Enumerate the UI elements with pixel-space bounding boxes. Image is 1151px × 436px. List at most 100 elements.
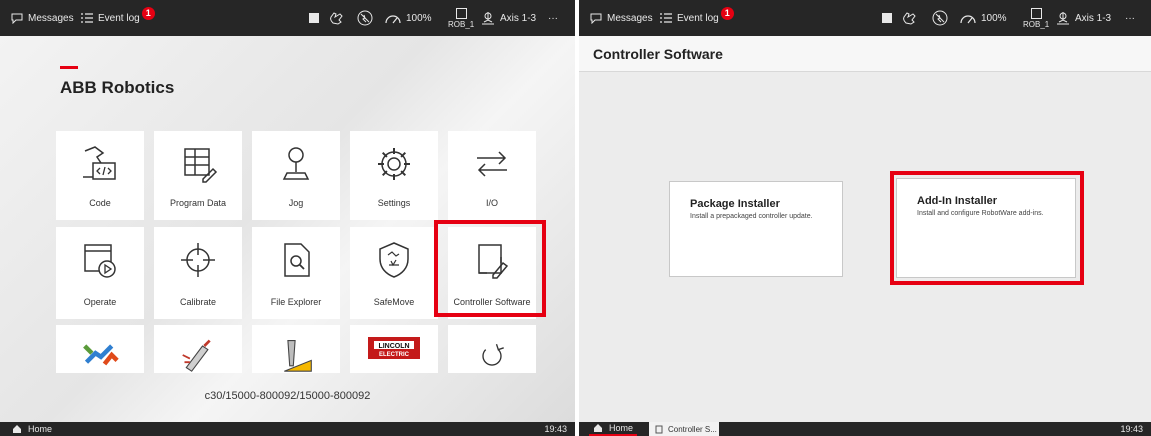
home-icon [594,424,602,432]
code-icon [83,146,116,180]
joystick-icon [282,147,310,180]
mechanical-unit-button[interactable]: ROB_1 [1023,0,1049,36]
controller-software-icon [655,425,663,433]
welding-torch-icon [182,339,211,372]
right-screen: Messages Event log 1 100% ROB_1 Axis 1-3… [579,0,1151,436]
messages-button[interactable]: Messages [589,0,653,36]
page-header: Controller Software [579,36,1151,72]
brand-title: ABB Robotics [60,78,175,97]
tile-label: Operate [83,297,117,307]
speed-button[interactable]: 100% [959,0,1007,36]
rob-label: ROB_1 [1023,19,1050,29]
axis-label: Axis 1-3 [1075,12,1112,24]
package-installer-card[interactable]: Package Installer Install a prepackaged … [669,181,843,277]
event-log-button[interactable]: Event log 1 [659,0,734,36]
tile-weld-geometry[interactable] [252,325,340,373]
tile-code[interactable]: Code [56,131,144,220]
tile-weld-torch[interactable] [154,325,242,373]
tile-robot-add-in[interactable] [56,325,144,373]
tile-file-explorer[interactable]: File Explorer [252,227,340,319]
more-button[interactable]: ··· [548,0,558,36]
motors-off-icon [357,10,373,26]
card-title: Package Installer [690,198,780,210]
rob-selector: ROB_1 [1023,7,1050,29]
speed-gauge-icon [385,15,401,24]
motors-button[interactable] [931,0,949,36]
stop-button[interactable] [881,0,893,36]
tile-program-data[interactable]: Program Data [154,131,242,220]
card-description: Install a prepackaged controller update. [690,213,813,220]
hand-icon [330,12,343,25]
rob-selector: ROB_1 [448,7,475,29]
bottom-bar: Home 19:43 [0,422,575,436]
more-button[interactable]: ··· [1125,0,1135,36]
rob-label: ROB_1 [448,19,475,29]
io-arrows-icon [477,151,507,177]
tile-restart[interactable] [448,325,536,373]
more-icon: ··· [1125,12,1135,24]
tile-label: Calibrate [179,297,217,307]
gear-icon [378,148,410,180]
crosshair-icon [181,243,215,277]
event-log-button[interactable]: Event log 1 [80,0,155,36]
hand-button[interactable] [328,0,346,36]
motors-off-icon [932,10,948,26]
motors-button[interactable] [356,0,374,36]
mechanical-unit-button[interactable]: ROB_1 [448,0,474,36]
list-icon [81,13,93,23]
controller-software-tab[interactable]: Controller S... [649,422,719,436]
tile-label: File Explorer [270,297,322,307]
home-button[interactable]: Home [589,422,638,436]
highlight-add-in-installer [890,171,1084,285]
home-button[interactable]: Home [12,422,52,436]
file-search-icon [284,243,310,277]
axis-label: Axis 1-3 [500,12,537,24]
jog-mode-button[interactable]: Axis 1-3 [1055,0,1111,36]
restart-icon [482,343,504,366]
speed-gauge-icon [960,15,976,24]
program-data-icon [184,148,218,183]
clock: 19:43 [544,424,567,434]
messages-icon [11,13,23,24]
tile-calibrate[interactable]: Calibrate [154,227,242,319]
hand-button[interactable] [901,0,919,36]
speed-button[interactable]: 100% [384,0,432,36]
tile-settings[interactable]: Settings [350,131,438,220]
axis-icon [1057,12,1069,25]
home-label: Home [28,424,53,434]
tile-jog[interactable]: Jog [252,131,340,220]
robot-unit-icon [1030,7,1042,19]
messages-button[interactable]: Messages [10,0,74,36]
stop-button[interactable] [308,0,320,36]
speed-label: 100% [406,12,432,24]
tile-operate[interactable]: Operate [56,227,144,319]
messages-icon [590,13,602,24]
torch-triangle-icon [284,340,312,372]
stop-square-icon [309,13,319,23]
robot-unit-icon [455,7,467,19]
tile-safemove[interactable]: SafeMove [350,227,438,319]
bottom-bar: Home Controller S... 19:43 [579,422,1151,436]
operate-icon [84,244,116,278]
tile-io[interactable]: I/O [448,131,536,220]
highlight-controller-software [434,220,546,317]
tile-label: Jog [288,198,304,208]
axis-icon [482,12,494,25]
messages-label: Messages [28,12,74,24]
top-bar: Messages Event log 1 100% ROB_1 Axis 1-3… [0,0,575,36]
stop-square-icon [882,13,892,23]
more-icon: ··· [548,12,558,24]
controller-path: c30/15000-800092/15000-800092 [204,390,371,402]
tile-label: SafeMove [373,297,415,307]
tile-label: Code [89,198,111,208]
clock: 19:43 [1120,424,1143,434]
page-title: Controller Software [593,46,723,62]
list-icon [660,13,672,23]
jog-mode-button[interactable]: Axis 1-3 [480,0,536,36]
brand-accent-line [60,66,78,69]
tile-label: I/O [485,198,498,208]
tile-lincoln-electric[interactable]: LINCOLN ELECTRIC [350,325,438,373]
home-label: Home [609,423,634,433]
tile-label: Program Data [169,198,227,208]
speed-label: 100% [981,12,1007,24]
